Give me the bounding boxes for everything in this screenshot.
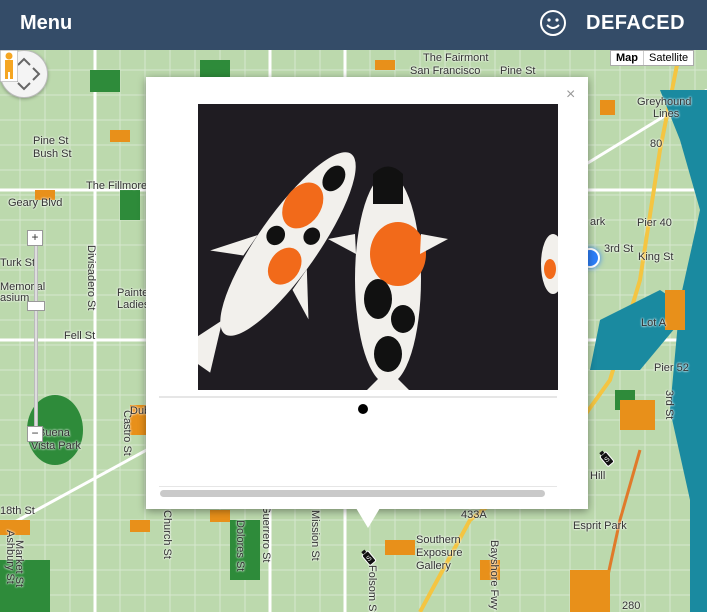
map-label: Pine St [500, 65, 536, 77]
map-label: Southern [416, 534, 461, 546]
koi-stencil-image [198, 104, 558, 390]
map-label: Turk St [0, 257, 36, 269]
map-label: Bush St [33, 148, 72, 160]
map-label: Lines [653, 108, 680, 120]
map-label: The Fairmont [423, 52, 489, 64]
graffiti-photo[interactable] [198, 104, 558, 390]
map-label: Folsom St [366, 565, 378, 612]
menu-button[interactable]: Menu [20, 12, 72, 35]
zoom-slider-track[interactable] [34, 240, 38, 432]
carousel-dot[interactable] [358, 404, 368, 414]
map-label: Dolores St [234, 520, 246, 572]
map-label: The Fillmore [86, 180, 148, 192]
map-label: Greyhound [637, 96, 692, 108]
street-view-pegman-icon[interactable] [0, 50, 18, 82]
map-label: Divisadero St [85, 245, 97, 311]
map-label: Pier 40 [637, 217, 672, 229]
brand-title: DEFACED [586, 12, 686, 34]
smiley-icon [540, 10, 566, 36]
map-label: Ladies [117, 299, 150, 311]
map-label: Hill [590, 470, 606, 482]
horizontal-scrollbar[interactable] [160, 490, 545, 497]
zoom-out-button[interactable]: − [27, 426, 43, 442]
map-label: Geary Blvd [8, 197, 63, 209]
zoom-slider-thumb[interactable] [27, 301, 45, 311]
map-label: Fell St [64, 330, 96, 342]
map-label: 18th St [0, 505, 35, 517]
map-label: Pine St [33, 135, 69, 147]
top-bar: Menu DEFACED [0, 0, 707, 50]
map-label: Lot A [641, 317, 667, 329]
map-label: ark [590, 216, 606, 228]
highway-exit-label: 433A [461, 509, 487, 521]
highway-80-shield: 80 [650, 138, 663, 150]
map-label: Exposure [416, 547, 463, 559]
map-label: San Francisco [410, 65, 481, 77]
map-label: Mission St [309, 510, 321, 561]
map-label: Bayshore Fwy [488, 540, 500, 610]
map-type-satellite-button[interactable]: Satellite [644, 51, 693, 65]
map-label: Gallery [416, 560, 451, 572]
map-label: 3rd St [604, 243, 634, 255]
map-label: Pier 52 [654, 362, 689, 374]
map-label: Guerrero St [260, 505, 272, 563]
map-label: Esprit Park [573, 520, 627, 532]
highway-280-shield: 280 [622, 600, 641, 612]
map-label: 3rd St [663, 390, 675, 420]
popup-divider [159, 486, 557, 487]
map-type-control: Map Satellite [610, 50, 695, 66]
map-label: King St [638, 251, 674, 263]
zoom-in-button[interactable]: + [27, 230, 43, 246]
spray-can-marker-icon[interactable]: S [358, 547, 378, 567]
close-icon[interactable]: × [566, 86, 575, 104]
map-label: Ashbury St [4, 530, 16, 584]
popup-divider [159, 396, 557, 398]
info-window-pointer [356, 508, 380, 528]
map-label: asium [0, 292, 30, 304]
spray-can-marker-icon[interactable]: S [596, 448, 616, 468]
map-type-map-button[interactable]: Map [611, 51, 644, 65]
map-label: Church St [161, 510, 173, 559]
